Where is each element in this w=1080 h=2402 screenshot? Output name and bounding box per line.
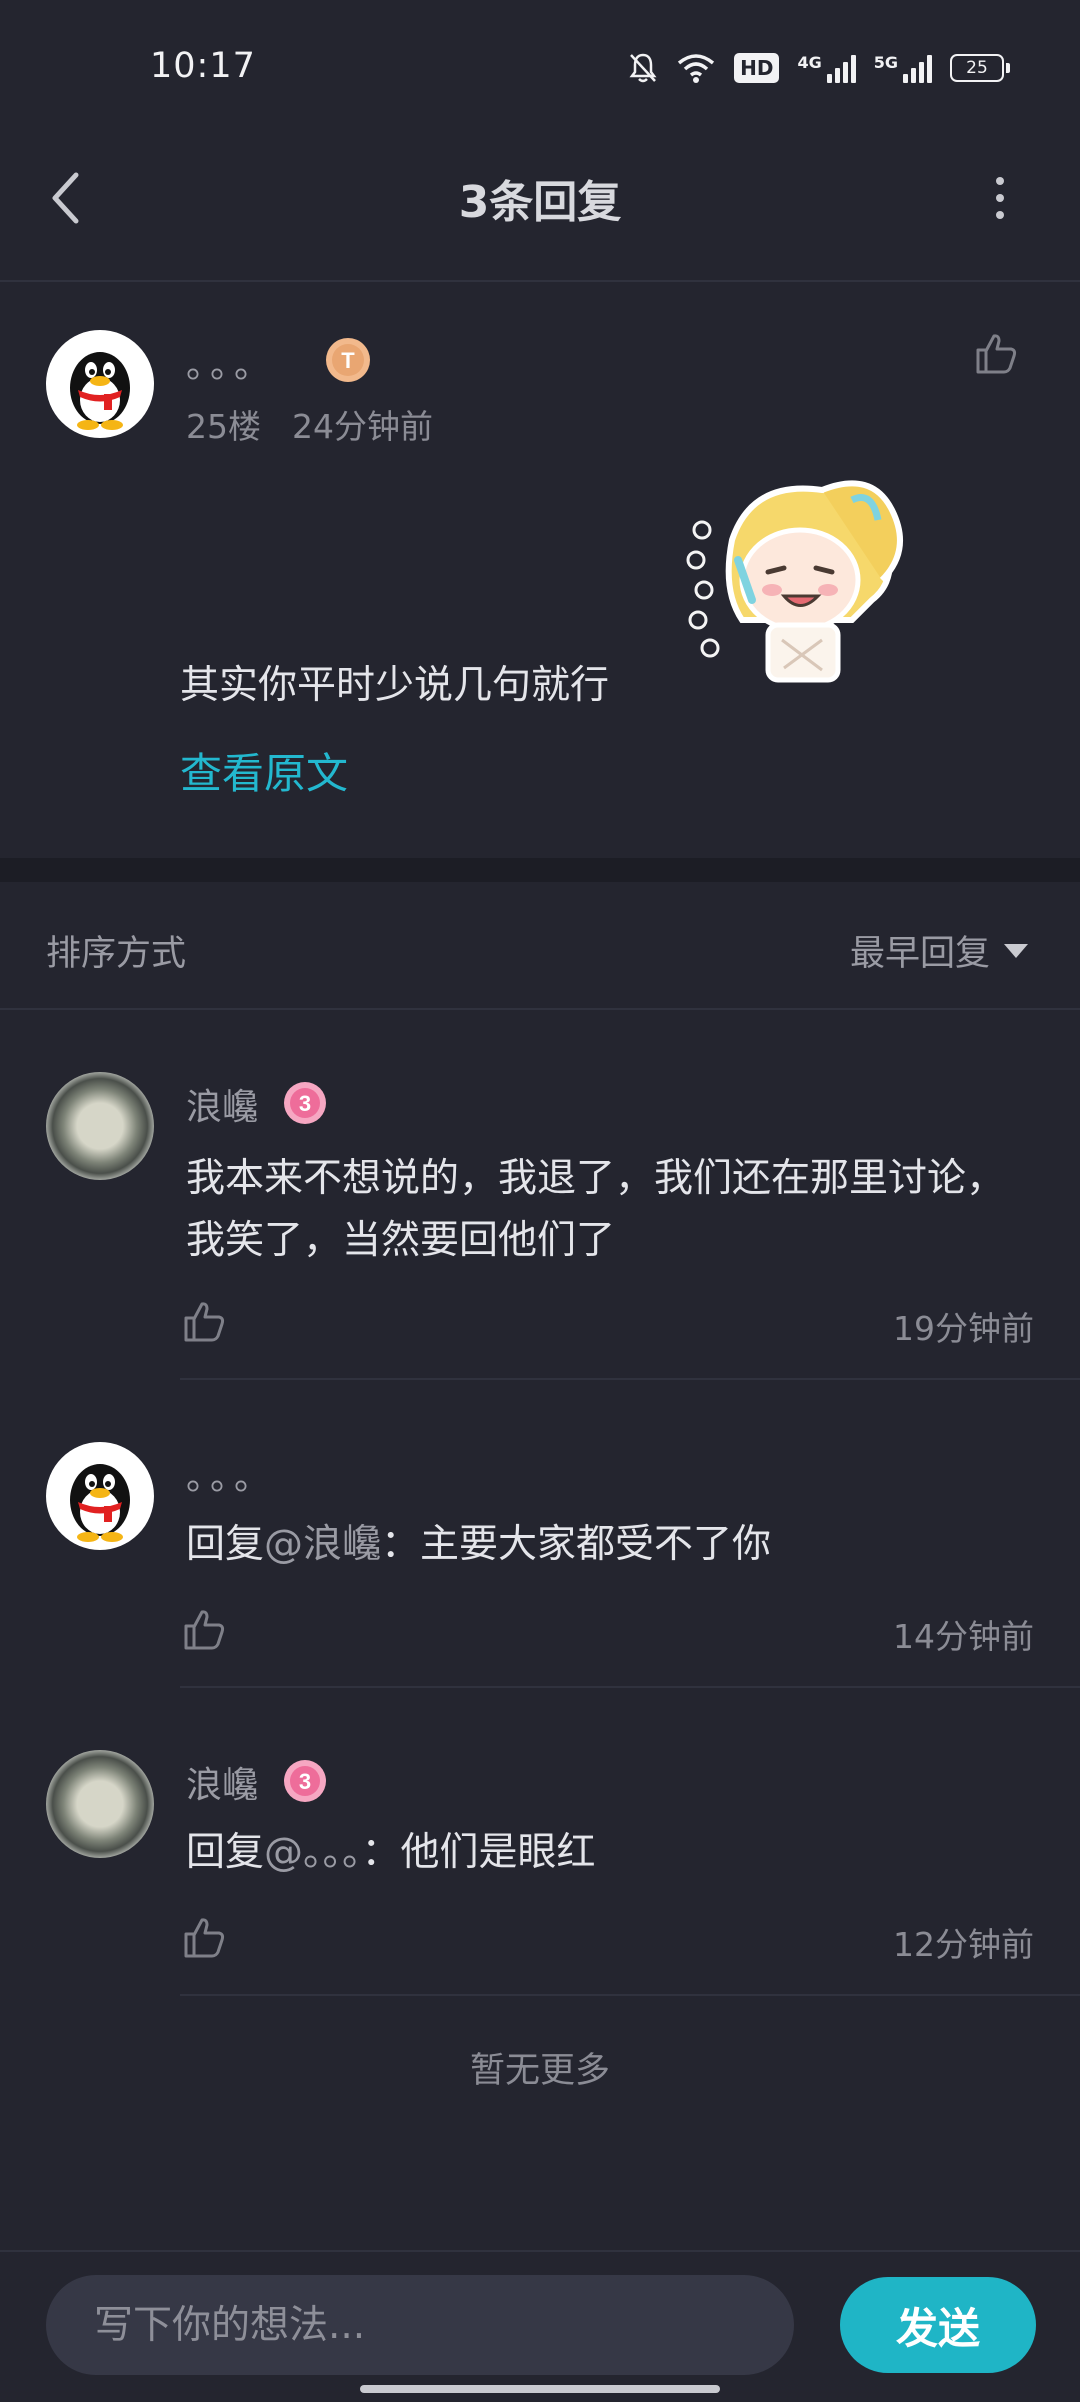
- avatar[interactable]: [46, 1750, 154, 1858]
- thumbs-up-icon: [184, 1610, 225, 1650]
- svg-text:3: 3: [299, 1769, 311, 1794]
- battery-icon: 25: [950, 54, 1010, 82]
- more-dot-icon: [996, 211, 1004, 219]
- level-badge-icon: 3: [282, 1080, 328, 1130]
- home-indicator[interactable]: [360, 2385, 720, 2393]
- avatar[interactable]: [46, 1072, 154, 1180]
- reply-author-name[interactable]: 浪巉: [186, 1756, 258, 1808]
- reply-author-name[interactable]: 浪巉: [186, 1078, 258, 1130]
- svg-text:3: 3: [299, 1091, 311, 1116]
- post-time: 24分钟前: [292, 407, 433, 446]
- thumbs-up-icon: [184, 1918, 225, 1958]
- no-more-text: 暂无更多: [469, 2051, 610, 2091]
- reply-author-name[interactable]: 。。。: [186, 1448, 276, 1500]
- view-original-link[interactable]: 查看原文: [180, 740, 348, 801]
- sort-value: 最早回复: [849, 934, 990, 974]
- triangle-down-icon: [1004, 943, 1028, 958]
- like-button[interactable]: [180, 1606, 228, 1658]
- page-title: 3条回复: [458, 177, 622, 228]
- signal-5g-icon: 5G: [874, 53, 932, 83]
- penguin-avatar-icon: [70, 1464, 130, 1542]
- thumbs-up-icon: [976, 334, 1017, 374]
- reply-time: 12分钟前: [893, 1925, 1034, 1964]
- section-separator: [0, 858, 1080, 882]
- more-dot-icon: [996, 194, 1004, 202]
- thumbs-up-icon: [184, 1302, 225, 1342]
- avatar[interactable]: [46, 330, 154, 438]
- reply-input[interactable]: [92, 2301, 756, 2349]
- hd-voice-icon: HD: [734, 53, 780, 83]
- reply-content: 回复@浪巉：主要大家都受不了你: [186, 1522, 772, 1567]
- level-badge-icon: 3: [282, 1758, 328, 1808]
- reply-divider: [180, 1686, 1080, 1688]
- post-content: 其实你平时少说几句就行: [180, 663, 610, 708]
- post-author-name[interactable]: 。。。: [186, 336, 276, 388]
- svg-text:T: T: [341, 348, 355, 373]
- reply-time: 19分钟前: [893, 1309, 1034, 1348]
- reply-content: 我本来不想说的，我退了，我们还在那里讨论，我笑了，当然要回他们了: [186, 1156, 1006, 1263]
- reply-content: 回复@。。。：他们是眼红: [186, 1830, 596, 1875]
- mute-bell-icon: [629, 53, 657, 83]
- avatar[interactable]: [46, 1442, 154, 1550]
- reply-divider: [180, 1994, 1080, 1996]
- sort-dropdown[interactable]: 最早回复: [850, 925, 1028, 976]
- sticker-image: [672, 470, 912, 704]
- signal-4g-icon: 4G: [797, 53, 856, 83]
- like-button[interactable]: [180, 1914, 228, 1966]
- like-button[interactable]: [972, 330, 1020, 382]
- post-floor: 25楼: [186, 407, 261, 446]
- like-button[interactable]: [180, 1298, 228, 1350]
- status-icons: HD 4G 5G 25: [628, 52, 1010, 84]
- reply-time: 14分钟前: [893, 1617, 1034, 1656]
- header-divider: [0, 280, 1080, 282]
- reply-input-container[interactable]: [46, 2275, 794, 2375]
- status-time: 10:17: [150, 46, 256, 86]
- level-badge-icon: T: [324, 336, 372, 388]
- penguin-avatar-icon: [70, 352, 130, 430]
- wifi-icon: [678, 54, 715, 83]
- sort-divider: [0, 1008, 1080, 1010]
- more-options-button[interactable]: [970, 168, 1030, 228]
- send-button[interactable]: 发送: [840, 2277, 1036, 2373]
- reply-divider: [180, 1378, 1080, 1380]
- more-dot-icon: [996, 177, 1004, 185]
- sort-label: 排序方式: [46, 934, 187, 974]
